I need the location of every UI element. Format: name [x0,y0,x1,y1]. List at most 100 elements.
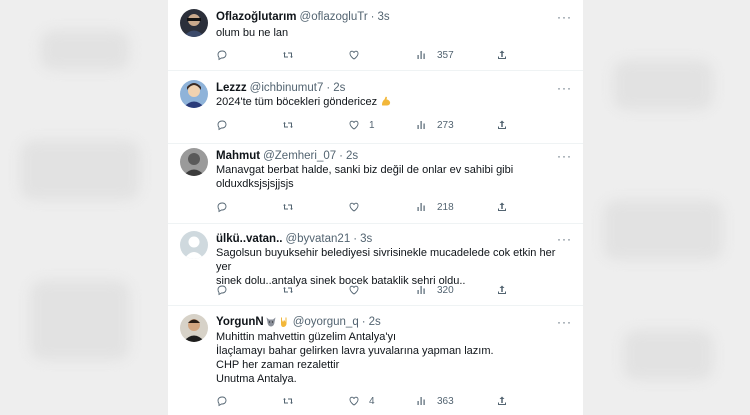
share-button[interactable] [496,283,508,297]
timestamp[interactable]: 2s [346,150,358,162]
tweet-actions: 357 [216,48,571,62]
tweet[interactable]: ülkü..vatan.. @byvatan21 · 3s ··· Sagols… [168,224,583,306]
avatar[interactable] [180,80,208,108]
retweet-icon [283,287,293,293]
retweet-button[interactable] [282,394,294,408]
like-button[interactable]: 1 [348,118,375,132]
more-options-icon[interactable]: ··· [557,150,571,162]
like-count: 1 [369,119,375,131]
separator-dot: · [326,82,331,94]
views-button[interactable]: 357 [416,48,454,62]
retweet-icon [283,52,293,58]
tweet[interactable]: Mahmut @Zemheri_07 · 2s ··· Manavgat ber… [168,144,583,224]
tweet-text-line: CHP her zaman rezalettir [216,359,340,371]
like-icon [349,202,359,212]
share-button[interactable] [496,48,508,62]
display-name[interactable]: Oflazoğlutarım [216,11,297,23]
like-icon [349,285,359,295]
like-button[interactable]: 4 [348,394,375,408]
share-icon [498,50,506,59]
tweet-text-line: olum bu ne lan [216,27,289,39]
separator-dot: · [370,11,375,23]
reply-button[interactable] [216,118,228,132]
avatar[interactable] [180,231,208,259]
separator-dot: · [353,233,358,245]
tweet-actions: 1 273 [216,118,571,132]
views-icon [417,397,425,405]
views-button[interactable]: 363 [416,394,454,408]
tweet-text-line: 2024'te tüm böcekleri göndericez [216,95,569,109]
tweet-text: Sagolsun buyuksehir belediyesi sivrisine… [216,246,569,288]
reply-button[interactable] [216,200,228,214]
tweet-text-line: Sagolsun buyuksehir belediyesi sivrisine… [216,247,556,273]
like-count: 4 [369,395,375,407]
reply-button[interactable] [216,394,228,408]
views-icon [417,121,425,129]
views-icon [417,51,425,59]
tweet-text-line: Unutma Antalya. [216,373,297,385]
separator-dot: · [339,150,343,162]
tweet-text-line: olduxdksjsjsjjsjs [216,178,294,190]
share-button[interactable] [496,200,508,214]
like-button[interactable] [348,200,369,214]
user-handle[interactable]: @Zemheri_07 [263,150,336,162]
display-name[interactable]: YorgunN [216,316,264,328]
more-options-icon[interactable]: ··· [557,82,571,94]
tweet-header: Oflazoğlutarım @oflazogluTr · 3s [216,9,571,25]
blurred-background-left [0,0,168,415]
avatar[interactable] [180,314,208,342]
retweet-button[interactable] [282,48,294,62]
timestamp[interactable]: 3s [360,233,372,245]
retweet-button[interactable] [282,200,294,214]
like-button[interactable] [348,283,369,297]
blurred-background-right [583,0,750,415]
views-button[interactable]: 273 [416,118,454,132]
timestamp[interactable]: 2s [369,316,381,328]
flexed-biceps-icon [382,96,391,106]
views-icon [417,286,425,294]
tweet[interactable]: YorgunN @oyorgun_q · 2s ··· Muhittin mah… [168,306,583,415]
like-icon [349,50,359,60]
display-name[interactable]: ülkü..vatan.. [216,233,282,245]
tweet-header: YorgunN @oyorgun_q · 2s [216,314,571,330]
tweet-text: 2024'te tüm böcekleri göndericez [216,95,569,109]
share-button[interactable] [496,394,508,408]
more-options-icon[interactable]: ··· [557,316,571,328]
tweet-header: Lezzz @ichbinumut7 · 2s [216,80,571,96]
tweet[interactable]: Oflazoğlutarım @oflazogluTr · 3s ··· olu… [168,0,583,71]
share-icon [498,120,506,129]
display-name[interactable]: Mahmut [216,150,260,162]
tweet-text-line: Manavgat berbat halde, sanki biz değil d… [216,164,514,176]
reply-button[interactable] [216,48,228,62]
views-count: 273 [437,119,454,131]
views-button[interactable]: 320 [416,283,454,297]
tweet[interactable]: Lezzz @ichbinumut7 · 2s ··· 2024'te tüm … [168,71,583,144]
horns-hand-icon [280,317,287,327]
retweet-button[interactable] [282,283,294,297]
user-handle[interactable]: @byvatan21 [285,233,350,245]
retweet-button[interactable] [282,118,294,132]
display-name[interactable]: Lezzz [216,82,247,94]
reply-icon [217,396,227,407]
user-handle[interactable]: @oyorgun_q [293,316,359,328]
share-button[interactable] [496,118,508,132]
views-button[interactable]: 218 [416,200,454,214]
more-options-icon[interactable]: ··· [557,233,571,245]
reply-button[interactable] [216,283,228,297]
user-handle[interactable]: @oflazogluTr [300,11,368,23]
avatar[interactable] [180,9,208,37]
retweet-icon [283,398,293,404]
like-button[interactable] [348,48,369,62]
tweet-header: Mahmut @Zemheri_07 · 2s [216,148,571,164]
like-icon [349,120,359,130]
tweet-text-line: Muhittin mahvettin güzelim Antalya'yı [216,331,397,343]
more-options-icon[interactable]: ··· [557,11,571,23]
avatar[interactable] [180,148,208,176]
user-handle[interactable]: @ichbinumut7 [250,82,324,94]
tweet-feed: Oflazoğlutarım @oflazogluTr · 3s ··· olu… [168,0,583,415]
wolf-icon [266,317,276,327]
timestamp[interactable]: 2s [333,82,345,94]
tweet-text-line: İlaçlamayı bahar gelirken lavra yuvaları… [216,345,494,357]
tweet-text: olum bu ne lan [216,26,569,40]
timestamp[interactable]: 3s [378,11,390,23]
